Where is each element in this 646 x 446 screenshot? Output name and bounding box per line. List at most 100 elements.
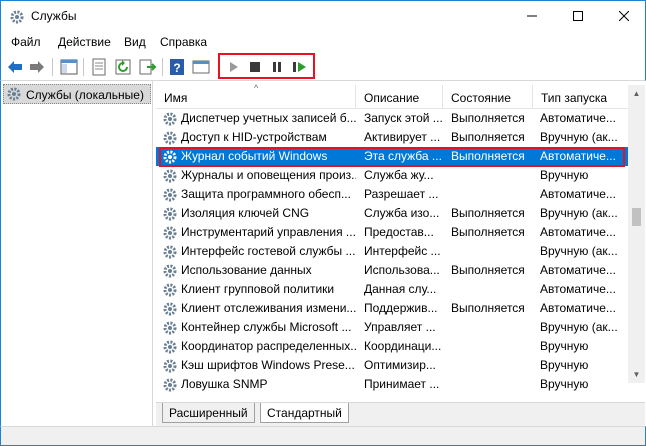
- forward-icon[interactable]: [27, 57, 47, 77]
- service-gear-icon: [163, 245, 177, 259]
- service-description: Разрешает ...: [364, 187, 439, 201]
- service-gear-icon: [163, 112, 177, 126]
- table-row[interactable]: Контейнер службы Microsoft ... Управляет …: [156, 318, 628, 337]
- services-gear-icon: [10, 10, 24, 24]
- service-description: Активирует ...: [364, 130, 441, 144]
- minimize-button[interactable]: [509, 1, 555, 31]
- service-gear-icon: [163, 340, 177, 354]
- service-gear-icon: [163, 302, 177, 316]
- window-title: Службы: [31, 9, 77, 23]
- restart-icon[interactable]: [289, 57, 309, 77]
- service-startup-type: Автоматиче...: [540, 225, 616, 239]
- service-name: Защита программного обесп...: [181, 187, 351, 201]
- tab-extended[interactable]: Расширенный: [162, 403, 255, 423]
- vertical-scrollbar[interactable]: ▲ ▼: [628, 85, 645, 383]
- console-view-icon[interactable]: [191, 57, 211, 77]
- service-description: Интерфейс ...: [364, 244, 441, 258]
- service-startup-type: Вручную: [540, 168, 589, 182]
- service-status: Выполняется: [451, 225, 525, 239]
- table-row[interactable]: Изоляция ключей CNG Служба изо... Выполняе…: [156, 204, 628, 223]
- service-gear-icon: [163, 321, 177, 335]
- table-row[interactable]: Защита программного обесп... Разрешает ..…: [156, 185, 628, 204]
- service-startup-type: Вручную: [540, 339, 589, 353]
- menu-file[interactable]: Файл: [11, 35, 41, 49]
- service-startup-type: Автоматиче...: [540, 111, 616, 125]
- service-description: Оптимизир...: [364, 358, 436, 372]
- table-row[interactable]: Интерфейс гостевой службы ... Интерфейс .…: [156, 242, 628, 261]
- service-name: Клиент отслеживания измени...: [181, 301, 356, 315]
- tree-item-label: Службы (локальные): [26, 88, 144, 102]
- service-name: Контейнер службы Microsoft ...: [181, 320, 352, 334]
- help-icon[interactable]: ?: [167, 57, 187, 77]
- column-header-description[interactable]: Описание: [356, 85, 443, 109]
- column-header-name[interactable]: Имя: [156, 85, 356, 109]
- scroll-thumb[interactable]: [632, 208, 641, 226]
- service-name: Изоляция ключей CNG: [181, 206, 310, 220]
- table-row[interactable]: Использование данных Использова... Выполня…: [156, 261, 628, 280]
- service-description: Данная слу...: [364, 282, 437, 296]
- service-startup-type: Вручную: [540, 377, 589, 391]
- service-description: Принимает ...: [364, 377, 440, 391]
- service-description: Использова...: [364, 263, 440, 277]
- table-row[interactable]: Инструментарий управления ... Предостав..…: [156, 223, 628, 242]
- scroll-down-arrow-icon[interactable]: ▼: [628, 366, 645, 383]
- column-header-startup-type[interactable]: Тип запуска: [533, 85, 628, 109]
- table-row[interactable]: Координатор распределенных... Координаци.…: [156, 337, 628, 356]
- service-startup-type: Автоматиче...: [540, 263, 616, 277]
- maximize-icon: [573, 11, 583, 21]
- service-startup-type: Вручную: [540, 358, 589, 372]
- close-icon: [619, 11, 629, 21]
- service-description: Поддержив...: [364, 301, 438, 315]
- table-row[interactable]: Доступ к HID-устройствам Активирует ... Вы…: [156, 128, 628, 147]
- table-row[interactable]: Клиент отслеживания измени... Поддержив..…: [156, 299, 628, 318]
- title-bar: Службы: [0, 0, 646, 31]
- play-icon[interactable]: [223, 57, 243, 77]
- minimize-icon: [527, 15, 537, 17]
- service-name: Координатор распределенных...: [181, 339, 356, 353]
- table-row[interactable]: Ловушка SNMP Принимает ... Вручную: [156, 375, 628, 394]
- table-row[interactable]: Клиент групповой политики Данная слу... Ав…: [156, 280, 628, 299]
- service-name: Журналы и оповещения произ...: [181, 168, 356, 182]
- service-gear-icon: [163, 226, 177, 240]
- service-startup-type: Автоматиче...: [540, 282, 616, 296]
- show-hide-tree-icon[interactable]: [59, 57, 79, 77]
- service-status: Выполняется: [451, 263, 525, 277]
- service-startup-type: Вручную (ак...: [540, 320, 618, 334]
- service-gear-icon: [163, 283, 177, 297]
- menu-help[interactable]: Справка: [160, 35, 207, 49]
- table-row[interactable]: Кэш шрифтов Windows Prese... Оптимизир...…: [156, 356, 628, 375]
- service-name: Доступ к HID-устройствам: [181, 130, 327, 144]
- table-row[interactable]: Диспетчер учетных записей б... Запуск это…: [156, 109, 628, 128]
- service-name: Интерфейс гостевой службы ...: [181, 244, 356, 258]
- pause-icon[interactable]: [267, 57, 287, 77]
- service-name: Диспетчер учетных записей б...: [181, 111, 356, 125]
- tab-standard[interactable]: Стандартный: [260, 403, 349, 423]
- service-name: Использование данных: [181, 263, 312, 277]
- svg-text:?: ?: [173, 61, 180, 75]
- list-header: ^ Имя Описание Состояние Тип запуска: [156, 83, 628, 109]
- refresh-icon[interactable]: [113, 57, 133, 77]
- view-tabs: Расширенный Стандартный: [156, 402, 645, 426]
- menu-view[interactable]: Вид: [124, 35, 146, 49]
- table-row[interactable]: Журналы и оповещения произ... Служба жу..…: [156, 166, 628, 185]
- service-gear-icon: [163, 207, 177, 221]
- stop-icon[interactable]: [245, 57, 265, 77]
- tree-item-local-services[interactable]: Службы (локальные): [3, 84, 151, 104]
- service-description: Управляет ...: [364, 320, 436, 334]
- service-status: Выполняется: [451, 130, 525, 144]
- export-icon[interactable]: [137, 57, 157, 77]
- service-name: Инструментарий управления ...: [181, 225, 356, 239]
- service-status: Выполняется: [451, 206, 525, 220]
- properties-icon[interactable]: [89, 57, 109, 77]
- service-startup-type: Автоматиче...: [540, 187, 616, 201]
- close-button[interactable]: [601, 1, 646, 31]
- column-header-status[interactable]: Состояние: [443, 85, 533, 109]
- scroll-up-arrow-icon[interactable]: ▲: [628, 85, 645, 102]
- service-gear-icon: [163, 169, 177, 183]
- service-description: Координаци...: [364, 339, 442, 353]
- back-icon[interactable]: [5, 57, 25, 77]
- menu-action[interactable]: Действие: [58, 35, 111, 49]
- maximize-button[interactable]: [555, 1, 601, 31]
- service-description: Служба жу...: [364, 168, 434, 182]
- service-description: Предостав...: [364, 225, 434, 239]
